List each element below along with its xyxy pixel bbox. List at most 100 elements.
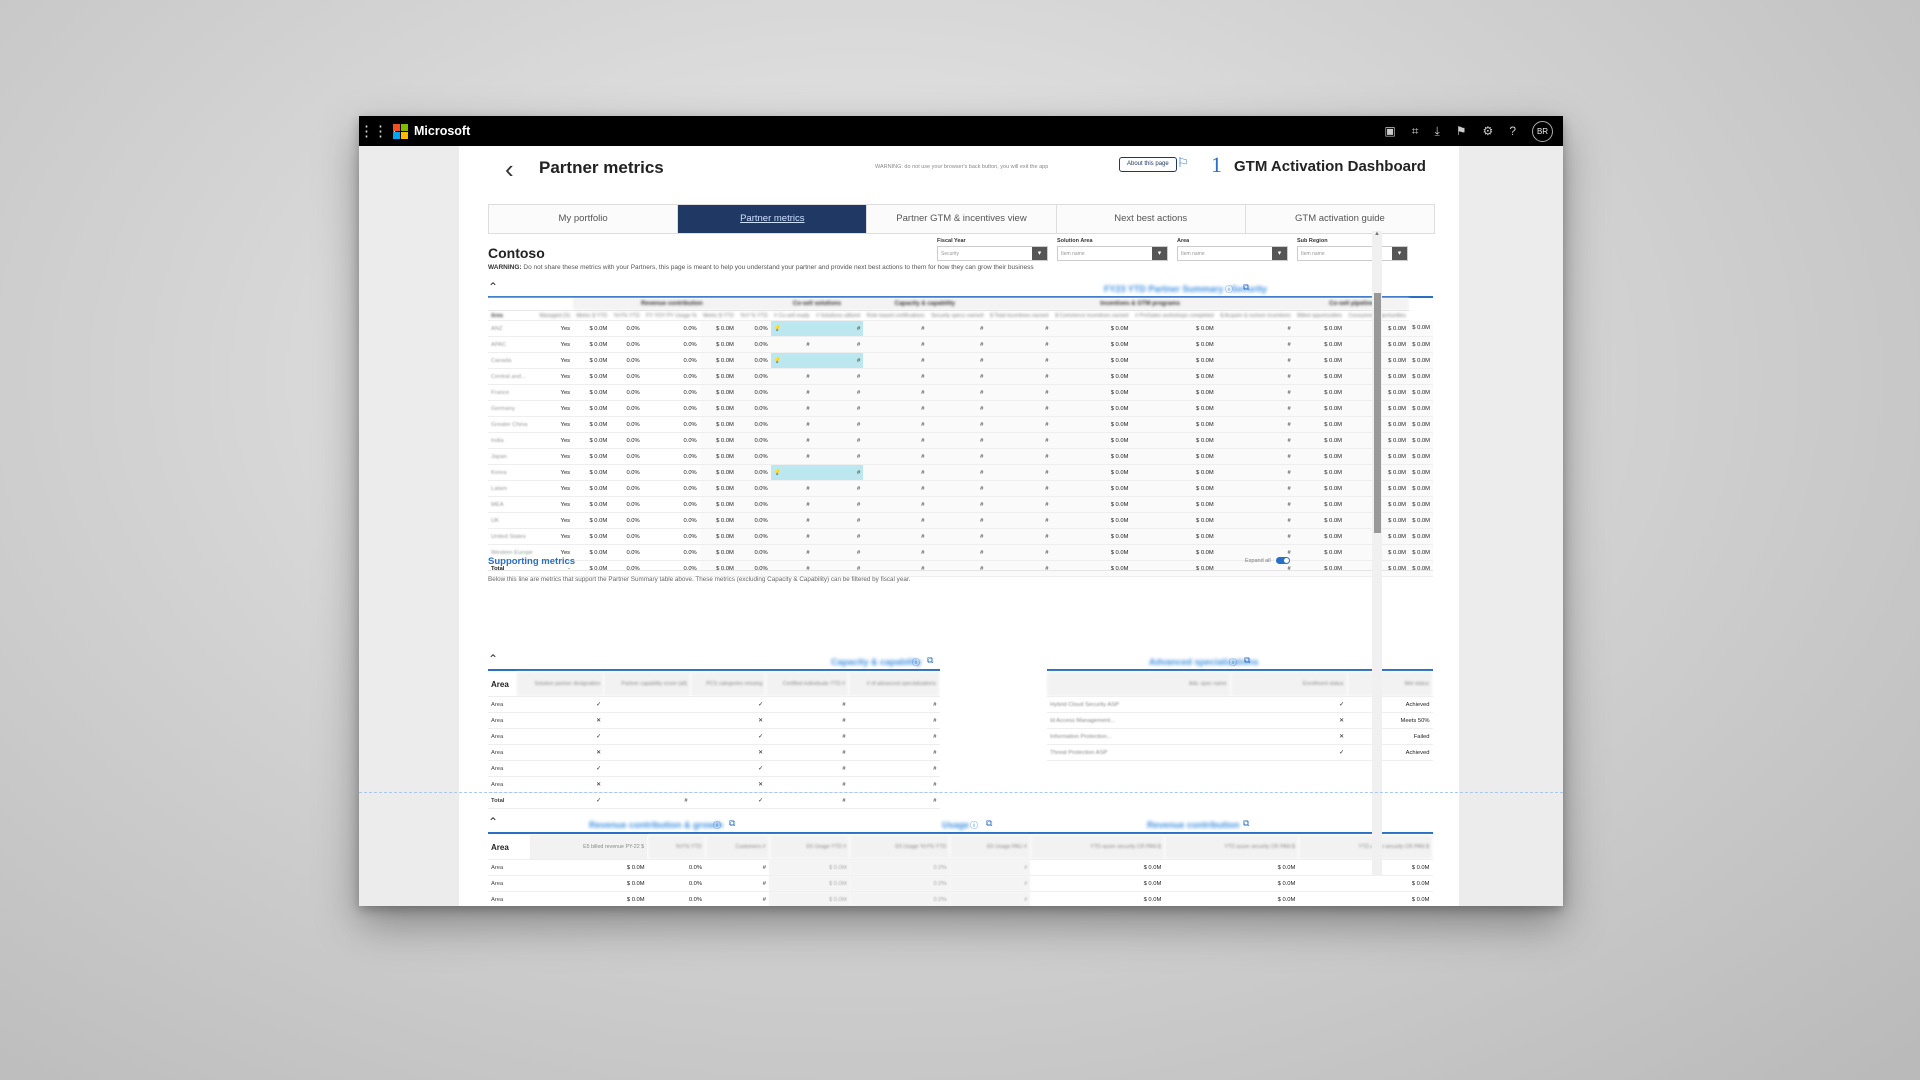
open-external-icon[interactable]: ⧉	[986, 818, 992, 829]
help-icon[interactable]: ?	[1509, 124, 1516, 138]
flag-icon[interactable]: ⚑	[1456, 124, 1467, 138]
column-header: Solution partner designation	[516, 672, 605, 697]
table-row[interactable]: Korea Yes $ 0.0M 0.0% 0.0% $ 0.0M 0.0% 💡 # # # # $ 0…	[488, 464, 1433, 481]
info-icon[interactable]: ⓘ	[912, 657, 920, 668]
expand-all-toggle[interactable]: Expand all	[1245, 557, 1290, 564]
table-row[interactable]: United States Yes $ 0.0M 0.0% 0.0% $ 0.0M 0.0%…	[488, 528, 1433, 545]
table-row[interactable]: Total ✓ # ✓ # #	[488, 792, 940, 809]
cell-value: Yes	[536, 400, 574, 417]
table-row[interactable]: Japan Yes $ 0.0M 0.0% 0.0% $ 0.0M 0.0% # # # # # $ 0…	[488, 448, 1433, 465]
filter-sub-region[interactable]: Sub Region Item name ▾	[1297, 238, 1408, 261]
open-external-icon[interactable]: ⧉	[1243, 282, 1249, 293]
column-header: Customers #	[705, 835, 770, 860]
filter-area[interactable]: Area Item name ▾	[1177, 238, 1288, 261]
microsoft-logo[interactable]: Microsoft	[393, 123, 470, 139]
chevron-down-icon[interactable]: ▾	[1272, 247, 1287, 260]
table-row[interactable]: France Yes $ 0.0M 0.0% 0.0% $ 0.0M 0.0% # # # # # $ …	[488, 384, 1433, 401]
table-row[interactable]: Area ✓ ✓ # #	[488, 696, 940, 713]
cell-value: #	[863, 352, 928, 369]
row-area: Area	[488, 760, 517, 777]
back-arrow-icon[interactable]: ‹	[505, 154, 514, 185]
filter-fiscal-year[interactable]: Fiscal Year Security ▾	[937, 238, 1048, 261]
column-header: $ Commerce incentives earned	[1051, 310, 1132, 321]
info-icon[interactable]: ⓘ	[1229, 657, 1237, 668]
cell-value: $ 0.0M	[1408, 560, 1433, 577]
table-row[interactable]: Area $ 0.0M 0.0% # $ 0.0M 0.0% # $ 0.0M $ 0.0M $ …	[488, 859, 1433, 876]
cell-value: 0.0%	[610, 352, 643, 369]
tab-partner-gtm[interactable]: Partner GTM & incentives view	[867, 205, 1057, 233]
cell-value	[603, 776, 691, 793]
cell-value: $ 0.0M	[1131, 352, 1217, 369]
table-row[interactable]: Latam Yes $ 0.0M 0.0% 0.0% $ 0.0M 0.0% # # # # # $ 0…	[488, 480, 1433, 497]
cell-value: $ 0.0M	[1408, 384, 1433, 401]
tab-next-best-actions[interactable]: Next best actions	[1056, 205, 1246, 233]
table-row[interactable]: ANZ Yes $ 0.0M 0.0% 0.0% $ 0.0M 0.0% 💡 # # # # $ 0.0…	[488, 320, 1433, 337]
collapse-chevron-icon[interactable]: ⌃	[488, 815, 498, 829]
gear-icon[interactable]: ⚙	[1483, 124, 1494, 138]
table-row[interactable]: Area ✕ ✕ # #	[488, 712, 940, 729]
waffle-icon[interactable]: ⋮⋮⋮	[359, 122, 402, 140]
fullscreen-icon[interactable]: ⌗	[1412, 124, 1419, 139]
cell-value: 0.0%	[736, 480, 771, 497]
collapse-chevron-icon[interactable]: ⌃	[488, 652, 498, 666]
scroll-up-icon[interactable]: ▲	[1374, 231, 1380, 237]
info-icon[interactable]: ⓘ	[970, 820, 978, 831]
table-row[interactable]: Canada Yes $ 0.0M 0.0% 0.0% $ 0.0M 0.0% 💡 # # # # $ …	[488, 352, 1433, 369]
open-external-icon[interactable]: ⧉	[1243, 818, 1249, 829]
table-row[interactable]: Western Europe Yes $ 0.0M 0.0% 0.0% $ 0.0M 0.0…	[488, 544, 1433, 561]
cell-value: $ 0.0M	[769, 875, 850, 892]
table-row[interactable]: UK Yes $ 0.0M 0.0% 0.0% $ 0.0M 0.0% # # # # # $ 0.0M…	[488, 512, 1433, 529]
warning-label: WARNING:	[488, 264, 522, 271]
cell-value: 0.0%	[736, 544, 771, 561]
teams-icon[interactable]: ▣	[1384, 124, 1395, 138]
download-icon[interactable]: ⤓	[1434, 124, 1439, 139]
table-row[interactable]: Area $ 0.0M 0.0% # $ 0.0M 0.0% # $ 0.0M $ 0.0M $ …	[488, 875, 1433, 892]
table-row[interactable]: Greater China Yes $ 0.0M 0.0% 0.0% $ 0.0M 0.0%…	[488, 416, 1433, 433]
chevron-down-icon[interactable]: ▾	[1152, 247, 1167, 260]
info-icon[interactable]: ⓘ	[1225, 284, 1233, 295]
bookmark-flag-icon[interactable]: ⚐	[1177, 155, 1189, 171]
table-row[interactable]: APAC Yes $ 0.0M 0.0% 0.0% $ 0.0M 0.0% # # # # # $ 0.…	[488, 336, 1433, 353]
table-row[interactable]: India Yes $ 0.0M 0.0% 0.0% $ 0.0M 0.0% # # # # # $ 0…	[488, 432, 1433, 449]
cell-value: $ 0.0M	[1131, 496, 1217, 513]
scrollbar-thumb[interactable]	[1374, 293, 1381, 533]
filter-solution-area[interactable]: Solution Area Item name ▾	[1057, 238, 1168, 261]
cell-value: 0.0%	[736, 320, 771, 337]
chevron-down-icon[interactable]: ▾	[1392, 247, 1407, 260]
cell-value: $ 0.0M	[1293, 384, 1345, 401]
tab-my-portfolio[interactable]: My portfolio	[489, 205, 679, 233]
tab-partner-metrics[interactable]: Partner metrics	[678, 205, 868, 233]
row-area: Area	[488, 776, 517, 793]
table-row[interactable]: Central and... Yes $ 0.0M 0.0% 0.0% $ 0.0M 0.0…	[488, 368, 1433, 385]
info-icon[interactable]: ⓘ	[713, 820, 721, 831]
table-row[interactable]: Area ✕ ✕ # #	[488, 776, 940, 793]
total-row[interactable]: Total - $ 0.0M 0.0% 0.0% $ 0.0M 0.0% # # # # # $ 0.0…	[488, 560, 1433, 577]
table-row[interactable]: Area $ 0.0M 0.0% # $ 0.0M 0.0% # $ 0.0M $ 0.0M $ …	[488, 891, 1433, 906]
spec-name: Information Protection...	[1047, 728, 1231, 745]
cell-value: #	[765, 776, 849, 793]
collapse-chevron-icon[interactable]: ⌃	[488, 280, 498, 294]
open-external-icon[interactable]: ⧉	[927, 655, 933, 666]
column-header: YoY % YTD	[736, 310, 771, 321]
table-row[interactable]: MEA Yes $ 0.0M 0.0% 0.0% $ 0.0M 0.0% # # # # # $ 0.0…	[488, 496, 1433, 513]
open-external-icon[interactable]: ⧉	[1244, 655, 1250, 666]
cell-value: 0.0%	[610, 464, 643, 481]
expand-all-label: Expand all	[1245, 557, 1271, 564]
table-row[interactable]: Area ✕ ✕ # #	[488, 744, 940, 761]
open-external-icon[interactable]: ⧉	[729, 818, 735, 829]
cell-value: #	[986, 416, 1052, 433]
chevron-down-icon[interactable]: ▾	[1032, 247, 1047, 260]
toggle-switch[interactable]	[1275, 557, 1290, 564]
cell-value: #	[986, 496, 1052, 513]
avatar[interactable]: BR	[1532, 120, 1553, 142]
cell-value: #	[812, 432, 864, 449]
about-page-button[interactable]: About this page	[1119, 157, 1177, 172]
cell-value: 0.0%	[736, 512, 771, 529]
table-row[interactable]: Area ✓ ✓ # #	[488, 728, 940, 745]
tab-gtm-guide[interactable]: GTM activation guide	[1245, 205, 1435, 233]
scrollbar[interactable]: ▲	[1372, 231, 1382, 876]
table-row[interactable]: Area ✓ ✓ # #	[488, 760, 940, 777]
cell-value: $ 0.0M	[1293, 336, 1345, 353]
cell-value: #	[603, 792, 691, 809]
table-row[interactable]: Germany Yes $ 0.0M 0.0% 0.0% $ 0.0M 0.0% # # # # # $…	[488, 400, 1433, 417]
